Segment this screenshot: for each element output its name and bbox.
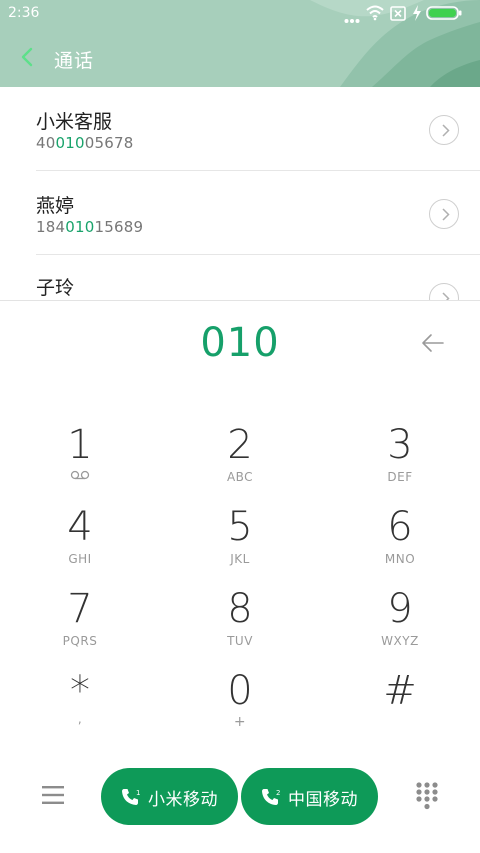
key-digit: # bbox=[383, 668, 417, 714]
sim-disabled-icon bbox=[390, 6, 406, 25]
backspace-button[interactable] bbox=[419, 331, 447, 355]
contact-number: 4001005678 bbox=[36, 134, 134, 152]
key-letters: JKL bbox=[230, 552, 250, 566]
key-letters: + bbox=[233, 714, 247, 730]
svg-text:2: 2 bbox=[276, 789, 280, 797]
header: 2:36 通话 bbox=[0, 0, 480, 87]
key-letters: WXYZ bbox=[381, 634, 419, 648]
number-match: 010 bbox=[55, 134, 85, 152]
charging-bolt-icon bbox=[412, 5, 422, 25]
dialpad-icon bbox=[416, 782, 438, 810]
number-match: 010 bbox=[65, 218, 95, 236]
key-digit: 6 bbox=[387, 504, 413, 550]
key-digit: 4 bbox=[67, 504, 93, 550]
key-2[interactable]: 2 ABC bbox=[160, 422, 320, 504]
svg-text:1: 1 bbox=[136, 789, 140, 797]
call-button-sim2[interactable]: 2 中国移动 bbox=[241, 768, 378, 825]
phone-sim1-icon: 1 bbox=[122, 789, 140, 805]
key-digit: 3 bbox=[387, 422, 413, 468]
more-dots-icon bbox=[344, 12, 360, 28]
contact-suggestion-list: 小米客服 4001005678 燕婷 18401015689 子玲 bbox=[0, 87, 480, 300]
phone-sim2-icon: 2 bbox=[262, 789, 280, 805]
key-5[interactable]: 5 JKL bbox=[160, 504, 320, 586]
key-digit: 8 bbox=[227, 586, 253, 632]
contact-detail-button[interactable] bbox=[429, 283, 459, 300]
key-digit: 0 bbox=[227, 668, 253, 714]
title-bar: 通话 bbox=[0, 38, 480, 78]
menu-button[interactable] bbox=[38, 782, 68, 808]
dialed-number: 010 bbox=[200, 320, 280, 366]
key-digit: 5 bbox=[227, 504, 253, 550]
key-letters: DEF bbox=[387, 470, 413, 484]
key-3[interactable]: 3 DEF bbox=[320, 422, 480, 504]
key-letters: , bbox=[77, 712, 83, 726]
status-icons bbox=[344, 4, 474, 24]
key-1[interactable]: 1 bbox=[0, 422, 160, 504]
chevron-right-icon bbox=[442, 124, 450, 137]
status-time: 2:36 bbox=[8, 5, 40, 21]
key-digit: 2 bbox=[227, 422, 253, 468]
key-9[interactable]: 9 WXYZ bbox=[320, 586, 480, 668]
contact-row[interactable]: 子玲 bbox=[0, 255, 480, 300]
key-digit: 1 bbox=[67, 422, 93, 468]
key-4[interactable]: 4 GHI bbox=[0, 504, 160, 586]
key-7[interactable]: 7 PQRS bbox=[0, 586, 160, 668]
chevron-right-icon bbox=[442, 208, 450, 221]
key-letters: PQRS bbox=[62, 634, 98, 648]
status-bar: 2:36 bbox=[0, 0, 480, 28]
contact-name: 燕婷 bbox=[36, 195, 75, 217]
key-letters: ABC bbox=[226, 470, 254, 484]
contact-name: 子玲 bbox=[36, 277, 75, 299]
key-8[interactable]: 8 TUV bbox=[160, 586, 320, 668]
keypad-toggle-button[interactable] bbox=[415, 781, 439, 811]
key-digit: 7 bbox=[67, 586, 93, 632]
key-6[interactable]: 6 MNO bbox=[320, 504, 480, 586]
key-letters: TUV bbox=[227, 634, 253, 648]
call-button-sim1[interactable]: 1 小米移动 bbox=[101, 768, 238, 825]
key-digit: * bbox=[70, 668, 90, 714]
battery-icon bbox=[426, 6, 462, 24]
wifi-icon bbox=[366, 5, 384, 25]
contact-detail-button[interactable] bbox=[429, 199, 459, 229]
contact-row[interactable]: 燕婷 18401015689 bbox=[0, 171, 480, 255]
contact-detail-button[interactable] bbox=[429, 115, 459, 145]
list-divider bbox=[0, 300, 480, 301]
chevron-left-icon bbox=[21, 47, 33, 67]
key-letters: GHI bbox=[68, 552, 92, 566]
page-title: 通话 bbox=[54, 50, 95, 72]
voicemail-icon bbox=[70, 470, 90, 480]
backspace-arrow-icon bbox=[422, 334, 444, 352]
key-star[interactable]: * , bbox=[0, 668, 160, 750]
chevron-right-icon bbox=[442, 292, 450, 300]
call-button-label: 小米移动 bbox=[148, 790, 218, 810]
contact-row[interactable]: 小米客服 4001005678 bbox=[0, 87, 480, 171]
contact-number: 18401015689 bbox=[36, 218, 144, 236]
hamburger-menu-icon bbox=[42, 786, 64, 804]
key-hash[interactable]: # bbox=[320, 668, 480, 750]
key-0[interactable]: 0 + bbox=[160, 668, 320, 750]
call-button-label: 中国移动 bbox=[288, 790, 358, 810]
dialer-screen: 2:36 通话 小米客服 4001005678 燕婷 18401015689 子… bbox=[0, 0, 480, 853]
key-digit: 9 bbox=[387, 586, 413, 632]
contact-name: 小米客服 bbox=[36, 111, 113, 133]
key-letters: MNO bbox=[384, 552, 416, 566]
back-button[interactable] bbox=[16, 44, 40, 70]
